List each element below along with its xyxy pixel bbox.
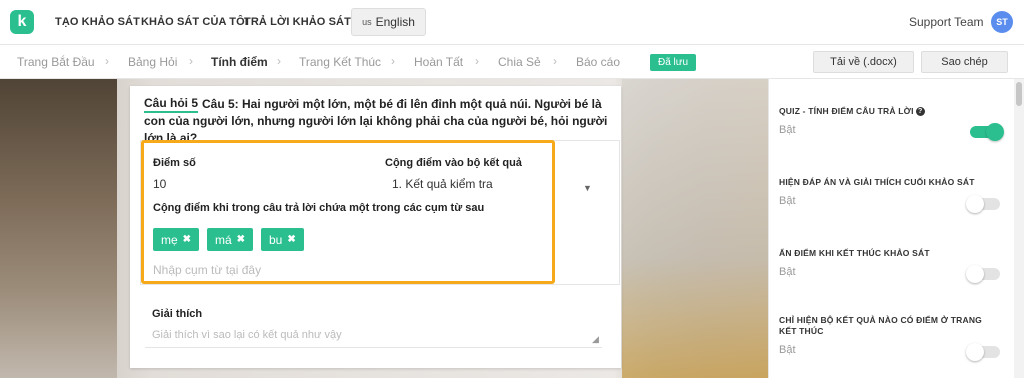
result-only-toggle[interactable] — [966, 343, 1000, 361]
step-end-page[interactable]: Trang Kết Thúc — [299, 55, 381, 69]
language-label: English — [375, 15, 415, 29]
divider — [145, 347, 602, 348]
caret-down-icon[interactable]: ▼ — [583, 183, 592, 193]
chevron-right-icon: › — [475, 54, 479, 68]
setting-result-only-title: CHỈ HIỆN BỘ KẾT QUẢ NÀO CÓ ĐIỂM Ở TRANG … — [779, 315, 982, 336]
nav-create-survey[interactable]: TẠO KHẢO SÁT — [55, 16, 140, 28]
download-docx-button[interactable]: Tải về (.docx) — [813, 51, 914, 73]
nav-my-surveys[interactable]: KHẢO SÁT CỦA TÔI — [141, 16, 248, 28]
step-share[interactable]: Chia Sẻ — [498, 55, 541, 69]
resize-handle-icon[interactable]: ◢ — [592, 334, 599, 345]
close-icon[interactable]: ✖ — [183, 234, 191, 245]
setting-hide-score-status: Bật — [779, 266, 796, 278]
phrase-tag[interactable]: má ✖ — [207, 228, 254, 251]
step-questionnaire[interactable]: Bảng Hỏi — [128, 55, 177, 69]
background-photo-right — [622, 79, 768, 378]
chevron-right-icon: › — [105, 54, 109, 68]
background-photo-left — [0, 79, 117, 378]
phrase-rule-label: Cộng điểm khi trong câu trả lời chứa một… — [153, 202, 485, 214]
toggle-knob — [966, 195, 984, 213]
toggle-knob — [986, 123, 1004, 141]
chevron-right-icon: › — [277, 54, 281, 68]
question-number-label[interactable]: Câu hỏi 5 — [144, 96, 199, 113]
tag-label: bu — [269, 232, 283, 247]
setting-show-answers-title: HIỆN ĐÁP ÁN VÀ GIẢI THÍCH CUỐI KHẢO SÁT — [779, 177, 975, 187]
user-name[interactable]: Support Team — [909, 15, 984, 29]
phrase-tag[interactable]: bu ✖ — [261, 228, 304, 251]
help-icon[interactable]: ? — [915, 107, 925, 117]
setting-title-text: QUIZ - TÍNH ĐIỂM CÂU TRẢ LỜI — [779, 106, 914, 116]
language-selector[interactable]: us English — [351, 8, 426, 36]
step-complete[interactable]: Hoàn Tất — [414, 55, 463, 69]
brand-logo[interactable]: k — [10, 10, 34, 34]
setting-show-answers-status: Bật — [779, 195, 796, 207]
close-icon[interactable]: ✖ — [237, 234, 245, 245]
setting-hide-score-title: ẨN ĐIỂM KHI KẾT THÚC KHẢO SÁT — [779, 248, 930, 258]
close-icon[interactable]: ✖ — [287, 234, 295, 245]
setting-quiz-status: Bật — [779, 124, 796, 136]
avatar[interactable]: ST — [991, 11, 1013, 33]
result-set-label: Cộng điểm vào bộ kết quả — [385, 157, 522, 169]
score-label: Điểm số — [153, 157, 196, 169]
explain-label: Giải thích — [152, 308, 203, 320]
hide-score-toggle[interactable] — [966, 265, 1000, 283]
phrase-input[interactable]: Nhập cụm từ tại đây — [153, 263, 261, 277]
copy-button[interactable]: Sao chép — [921, 51, 1008, 73]
score-input[interactable]: 10 — [153, 177, 166, 191]
flag-icon: us — [362, 17, 372, 27]
tag-label: mẹ — [161, 232, 178, 247]
setting-quiz-title: QUIZ - TÍNH ĐIỂM CÂU TRẢ LỜI? — [779, 106, 925, 117]
saved-badge: Đã lưu — [650, 54, 696, 71]
tag-label: má — [215, 232, 232, 247]
scrollbar[interactable] — [1014, 79, 1024, 378]
scrollbar-thumb[interactable] — [1016, 82, 1022, 106]
phrase-tag[interactable]: mẹ ✖ — [153, 228, 200, 251]
result-set-select[interactable]: 1. Kết quả kiểm tra — [392, 177, 493, 191]
chevron-right-icon: › — [189, 54, 193, 68]
step-scoring[interactable]: Tính điểm — [211, 55, 268, 69]
quiz-toggle[interactable] — [970, 123, 1004, 141]
steps-bar: Trang Bắt Đầu › Bảng Hỏi › Tính điểm › T… — [0, 45, 1024, 79]
chevron-right-icon: › — [553, 54, 557, 68]
setting-result-only-status: Bật — [779, 344, 796, 356]
explain-textarea[interactable]: Giải thích vì sao lại có kết quả như vậy — [152, 329, 342, 341]
nav-answer-survey[interactable]: TRẢ LỜI KHẢO SÁT — [244, 16, 351, 28]
show-answers-toggle[interactable] — [966, 195, 1000, 213]
chevron-right-icon: › — [391, 54, 395, 68]
step-start-page[interactable]: Trang Bắt Đầu — [17, 55, 95, 69]
top-navbar: k TẠO KHẢO SÁT KHẢO SÁT CỦA TÔI TRẢ LỜI … — [0, 0, 1024, 45]
toggle-knob — [966, 265, 984, 283]
step-report[interactable]: Báo cáo — [576, 55, 620, 69]
toggle-knob — [966, 343, 984, 361]
